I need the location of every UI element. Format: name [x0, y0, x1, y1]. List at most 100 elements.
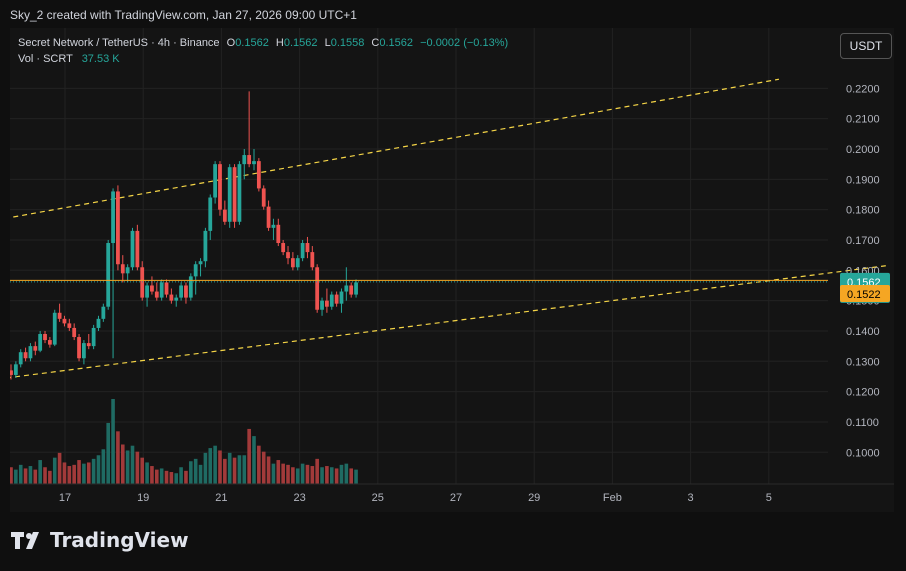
price-tick-label: 0.1800 [846, 205, 880, 217]
volume-bar [213, 445, 217, 484]
candle-body [47, 340, 52, 345]
volume-bar [252, 436, 256, 484]
candles [10, 91, 358, 380]
candle-body [354, 282, 358, 295]
candle-body [101, 306, 106, 319]
candle-body [261, 188, 266, 207]
volume-bar [179, 467, 183, 484]
candle-body [159, 282, 164, 298]
candle-body [193, 264, 198, 277]
time-tick-label: 27 [450, 492, 462, 504]
candle-body [222, 209, 227, 222]
price-tick-label: 0.1300 [846, 356, 880, 368]
candle-body [106, 243, 111, 307]
volume-label[interactable]: Vol · SCRT [18, 53, 73, 65]
volume-bar [305, 464, 310, 484]
volume-bar [271, 463, 276, 484]
candle-body [247, 155, 252, 165]
volume-bar [315, 458, 319, 484]
candle-body [188, 276, 193, 298]
candle-body [300, 243, 305, 259]
candle-body [116, 191, 120, 265]
candle-body [96, 318, 101, 328]
candle-body [67, 323, 72, 328]
symbol-title[interactable]: Secret Network / TetherUS · 4h · Binance [18, 37, 220, 49]
volume-bar [295, 468, 300, 484]
candle-body [43, 334, 47, 341]
volume-bars [10, 399, 358, 484]
volume-bar [291, 467, 295, 484]
volume-bar [261, 451, 266, 484]
candle-body [213, 164, 218, 198]
candle-body [203, 230, 208, 262]
volume-bar [193, 458, 198, 484]
volume-bar [86, 462, 91, 484]
volume-bar [150, 466, 154, 484]
volume-bar [354, 469, 358, 484]
candle-body [208, 197, 213, 231]
close-value: 0.1562 [379, 37, 414, 49]
volume-bar [325, 466, 329, 484]
volume-bar [111, 399, 115, 484]
channel-upper-line [10, 78, 779, 219]
high-label: H [275, 37, 284, 49]
change-value: −0.0002 (−0.13%) [420, 37, 509, 49]
candle-body [329, 294, 334, 307]
volume-bar [159, 468, 164, 484]
time-tick-label: Feb [603, 492, 622, 504]
time-tick-label: 5 [766, 492, 772, 504]
volume-value: 37.53 K [81, 53, 120, 65]
volume-bar [14, 469, 18, 484]
price-levels [10, 279, 828, 283]
volume-bar [57, 452, 62, 484]
volume-bar [28, 466, 33, 484]
candle-body [320, 300, 324, 310]
candle-body [145, 285, 149, 298]
candle-body [252, 161, 256, 165]
volume-bar [329, 467, 334, 484]
high-value: 0.1562 [283, 37, 318, 49]
volume-bar [203, 452, 208, 484]
candle-body [179, 285, 183, 298]
candle-body [140, 267, 145, 298]
price-tick-label: 0.2200 [846, 83, 880, 95]
tradingview-logo-icon [11, 532, 39, 549]
time-tick-label: 17 [59, 492, 71, 504]
volume-bar [38, 460, 42, 484]
volume-bar [120, 444, 125, 484]
channel-lines [10, 78, 886, 379]
volume-bar [184, 470, 188, 484]
candle-body [125, 267, 130, 274]
candle-body [23, 352, 28, 359]
candle-body [349, 285, 354, 295]
candlestick-chart[interactable]: 0.10000.11000.12000.13000.14000.15000.16… [10, 28, 894, 512]
volume-bar [334, 468, 339, 484]
candle-body [86, 343, 91, 347]
volume-bar [155, 469, 159, 484]
price-tags: 0.156203:59:420.1522 [840, 272, 890, 303]
volume-bar [106, 422, 110, 484]
tradingview-wordmark: TradingView [50, 528, 189, 552]
volume-bar [300, 463, 305, 484]
candle-body [227, 167, 232, 222]
volume-bar [125, 450, 130, 484]
candle-body [38, 334, 43, 351]
candle-body [334, 294, 339, 304]
currency-button[interactable]: USDT [840, 33, 892, 59]
time-tick-label: 29 [528, 492, 540, 504]
price-tick-label: 0.1000 [846, 447, 880, 459]
low-value: 0.1558 [330, 37, 365, 49]
volume-bar [10, 467, 13, 484]
candle-body [10, 370, 13, 375]
volume-bar [281, 463, 285, 484]
volume-bar [310, 466, 315, 484]
volume-bar [349, 468, 353, 484]
candle-body [237, 164, 242, 222]
candle-body [135, 230, 140, 268]
price-tick-label: 0.2100 [846, 114, 880, 126]
candle-body [62, 318, 67, 324]
volume-bar [198, 464, 203, 484]
volume-bar [266, 456, 271, 484]
volume-bar [320, 467, 324, 484]
time-tick-label: 19 [137, 492, 149, 504]
